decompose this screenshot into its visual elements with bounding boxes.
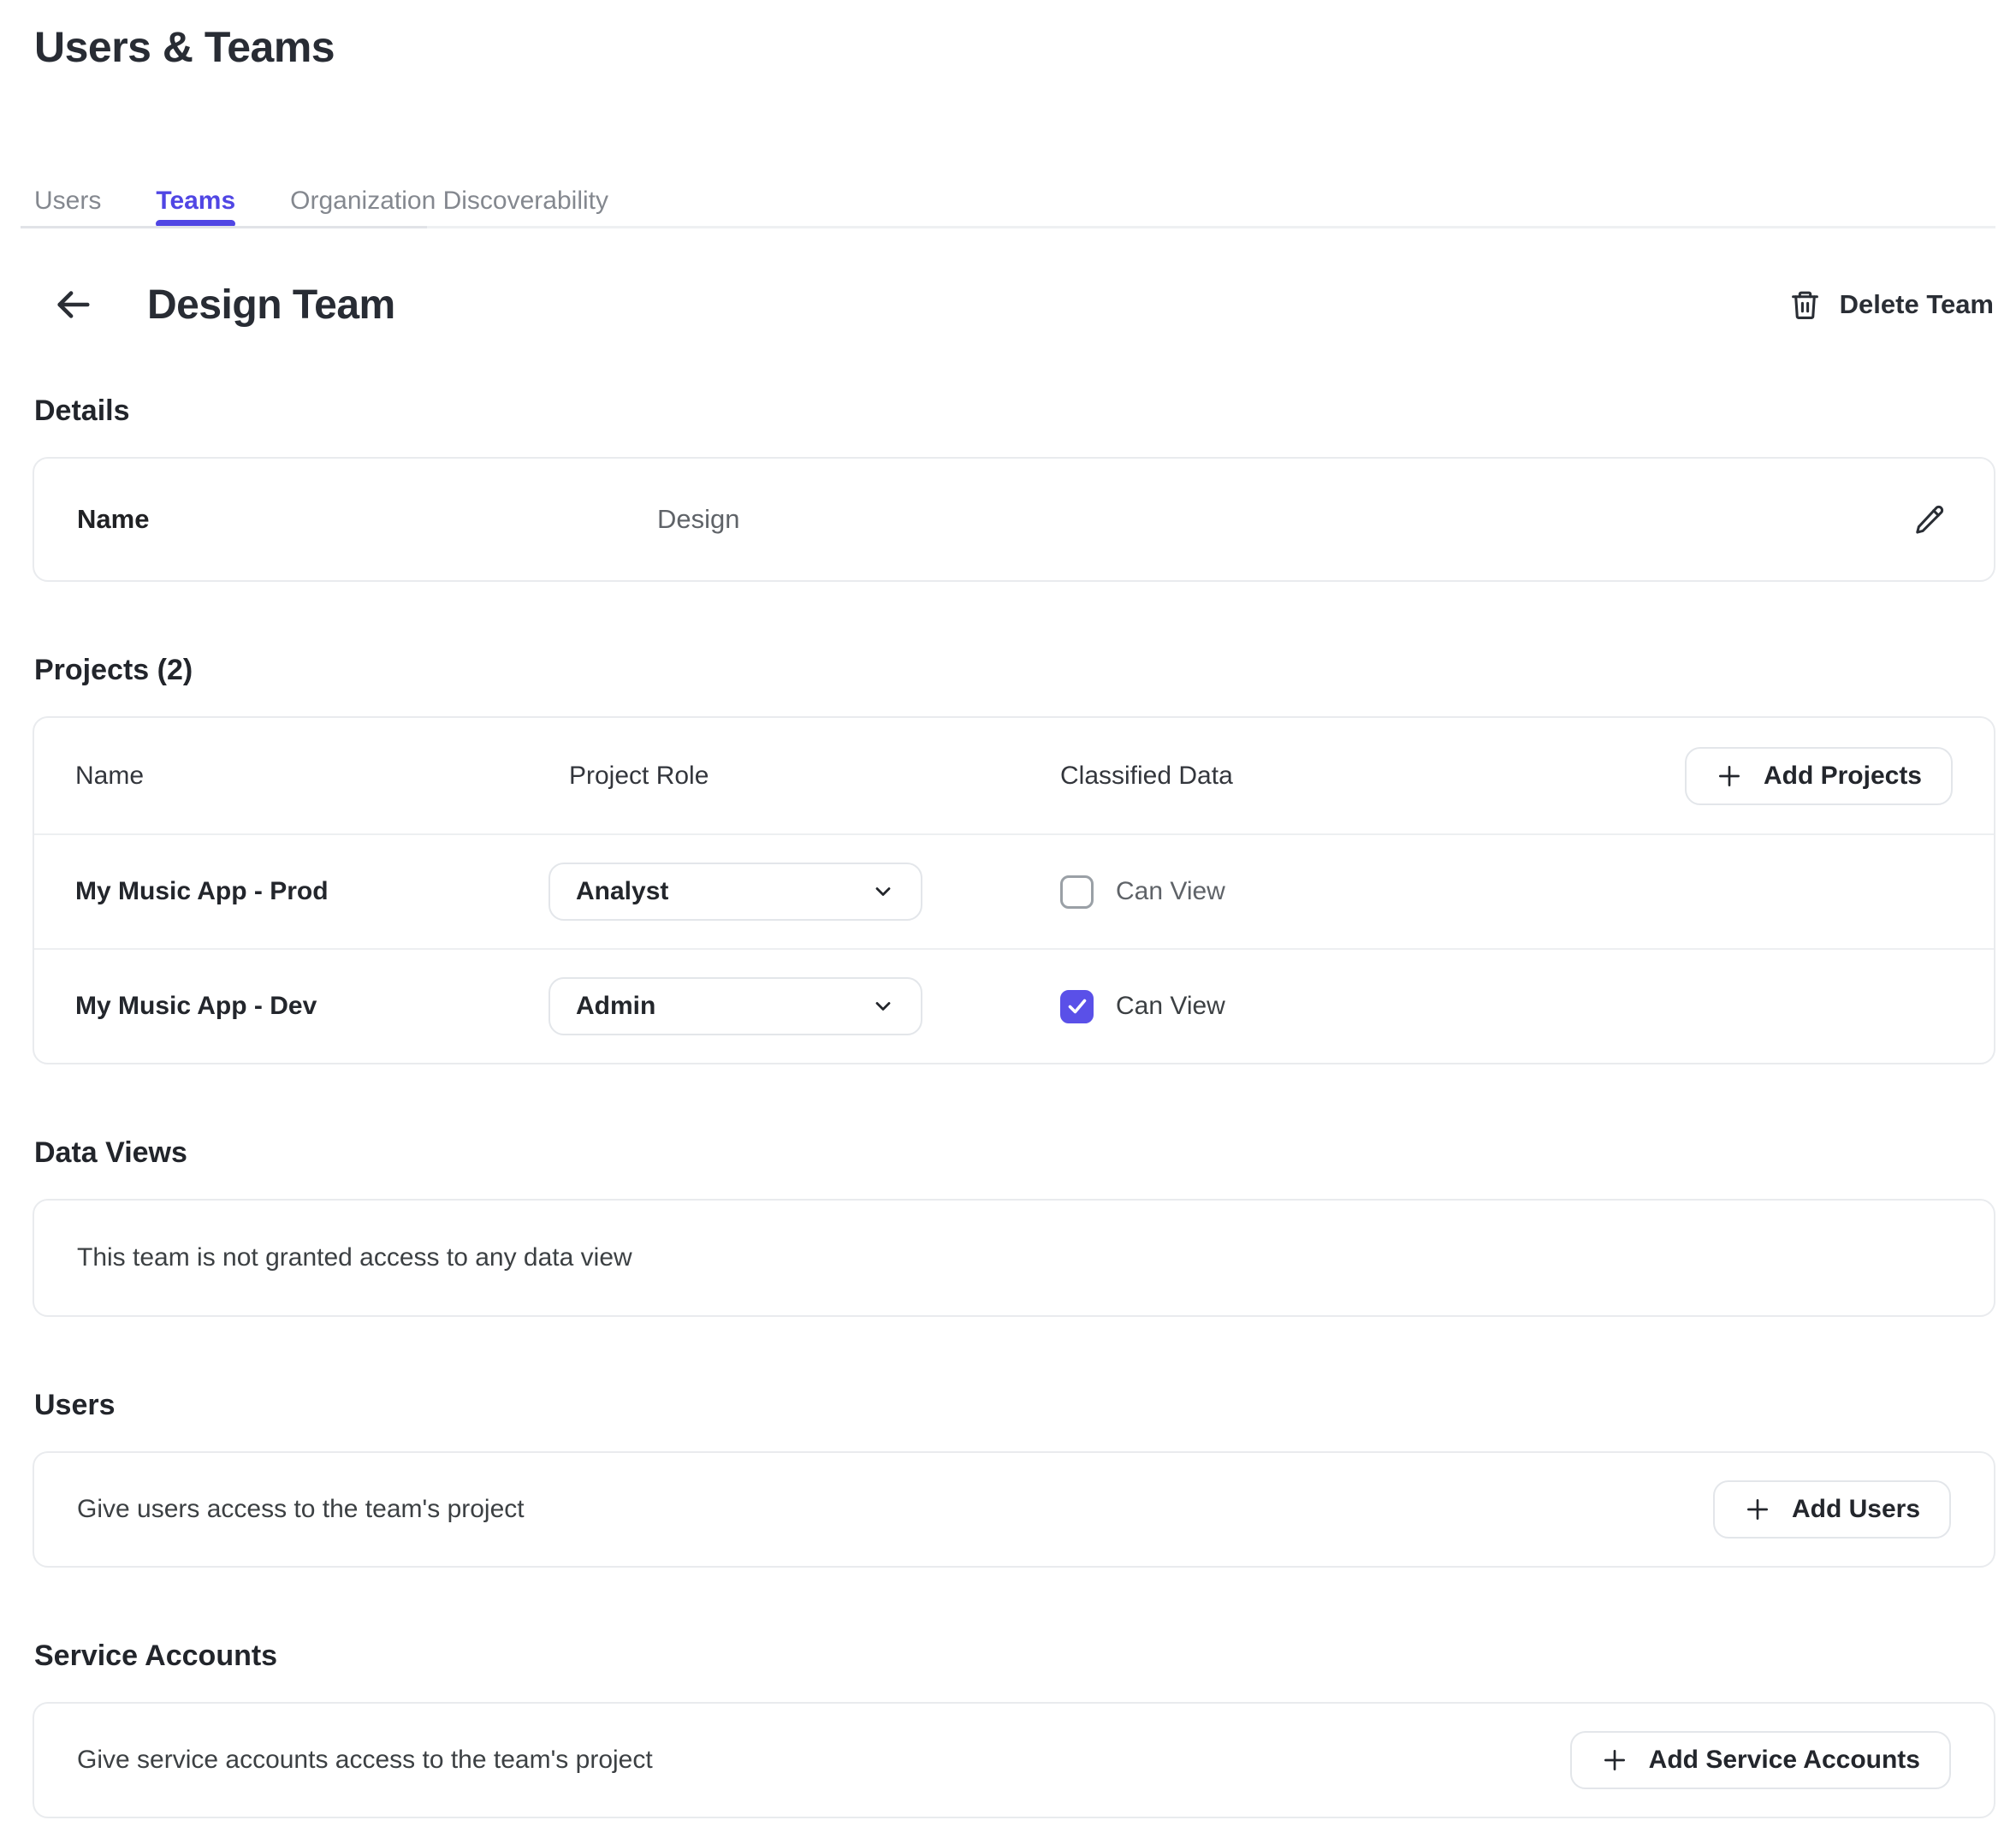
tab-bar: Users Teams Organization Discoverability (33, 187, 1995, 228)
classified-data-cell: Can View (1060, 875, 1953, 909)
chevron-down-icon (871, 994, 895, 1018)
add-users-button[interactable]: Add Users (1713, 1480, 1951, 1539)
data-views-empty-text: This team is not granted access to any d… (77, 1243, 632, 1272)
users-description: Give users access to the team's project (77, 1495, 525, 1524)
projects-table-header: Name Project Role Classified Data Add Pr… (34, 718, 1994, 833)
project-role-value: Analyst (576, 877, 668, 906)
delete-team-label: Delete Team (1840, 289, 1994, 320)
users-card: Give users access to the team's project … (33, 1451, 1995, 1568)
details-card: Name Design (33, 457, 1995, 582)
data-views-card: This team is not granted access to any d… (33, 1199, 1995, 1317)
tabs-divider (33, 226, 1995, 228)
name-value: Design (657, 504, 740, 535)
column-header-name: Name (75, 762, 548, 791)
project-row: My Music App - Dev Admin Can View (34, 948, 1994, 1063)
column-header-classified-data: Classified Data (1060, 762, 1685, 791)
project-name: My Music App - Dev (75, 992, 548, 1021)
project-row: My Music App - Prod Analyst Can View (34, 833, 1994, 948)
team-header: Design Team Delete Team (33, 278, 1995, 331)
plus-icon (1716, 762, 1743, 790)
name-label: Name (77, 504, 657, 535)
details-heading: Details (34, 394, 1995, 428)
delete-team-button[interactable]: Delete Team (1788, 282, 1995, 327)
tab-users[interactable]: Users (34, 187, 101, 226)
projects-table: Name Project Role Classified Data Add Pr… (33, 716, 1995, 1064)
plus-icon (1601, 1746, 1628, 1774)
users-heading: Users (34, 1389, 1995, 1422)
project-role-select[interactable]: Admin (548, 977, 922, 1035)
can-view-checkbox[interactable] (1060, 875, 1094, 909)
edit-name-button[interactable] (1908, 498, 1951, 541)
users-teams-page: Users & Teams Users Teams Organization D… (0, 0, 2016, 1844)
data-views-heading: Data Views (34, 1136, 1995, 1170)
back-button[interactable] (46, 278, 99, 331)
can-view-label: Can View (1116, 992, 1225, 1021)
can-view-checkbox[interactable] (1060, 990, 1094, 1023)
trash-icon (1789, 288, 1821, 322)
page-title: Users & Teams (34, 22, 1995, 72)
can-view-label: Can View (1116, 877, 1225, 906)
arrow-left-icon (53, 285, 92, 324)
projects-heading: Projects (2) (34, 654, 1995, 687)
pencil-icon (1913, 503, 1946, 536)
chevron-down-icon (871, 880, 895, 904)
project-name: My Music App - Prod (75, 877, 548, 906)
plus-icon (1744, 1496, 1771, 1523)
project-role-value: Admin (576, 992, 655, 1021)
tab-organization-discoverability[interactable]: Organization Discoverability (290, 187, 608, 226)
column-header-project-role: Project Role (548, 762, 1060, 791)
service-accounts-description: Give service accounts access to the team… (77, 1746, 653, 1775)
service-accounts-heading: Service Accounts (34, 1639, 1995, 1673)
add-projects-button[interactable]: Add Projects (1685, 747, 1953, 805)
classified-data-cell: Can View (1060, 990, 1953, 1023)
tab-teams[interactable]: Teams (156, 187, 235, 226)
service-accounts-card: Give service accounts access to the team… (33, 1702, 1995, 1818)
project-role-select[interactable]: Analyst (548, 863, 922, 921)
team-title: Design Team (147, 282, 395, 329)
add-service-accounts-button[interactable]: Add Service Accounts (1570, 1731, 1951, 1789)
